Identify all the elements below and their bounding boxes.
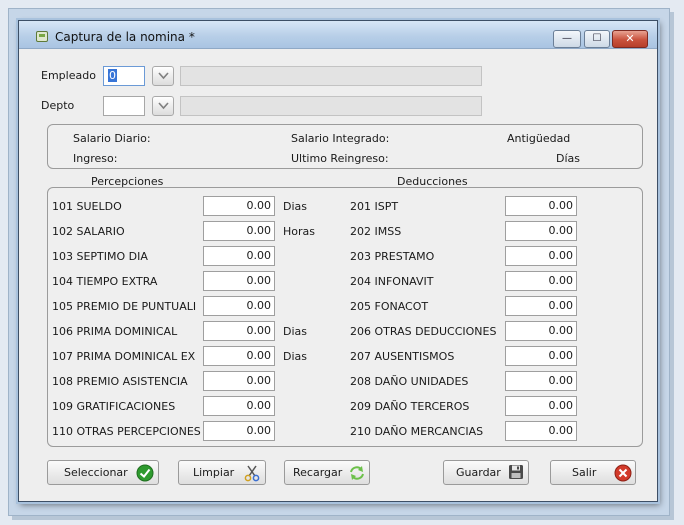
department-dropdown-button[interactable] [152, 96, 174, 116]
employee-name-field [180, 66, 482, 86]
deduccion-amount-input[interactable]: 0.00 [505, 396, 577, 416]
seleccionar-button-label: Seleccionar [64, 466, 128, 479]
percepcion-unit-label: Dias [283, 350, 307, 363]
percepcion-unit-label: Horas [283, 225, 315, 238]
refresh-arrows-icon [350, 466, 364, 480]
ultimo-reingreso-label: Ultimo Reingreso: [291, 152, 389, 165]
employee-id-value: 0 [108, 69, 117, 82]
chevron-down-icon [158, 72, 169, 80]
salir-button[interactable]: Salir [550, 460, 636, 485]
employee-label: Empleado [41, 69, 96, 82]
seleccionar-button[interactable]: Seleccionar [47, 460, 159, 485]
deduccion-label: 210 DAÑO MERCANCIAS [350, 425, 484, 438]
minimize-button[interactable]: — [553, 30, 581, 48]
deduccion-amount-input[interactable]: 0.00 [505, 196, 577, 216]
dias-label: Días [556, 152, 580, 165]
window-title: Captura de la nomina * [55, 30, 195, 44]
percepcion-label: 101 SUELDO [52, 200, 122, 213]
scissors-icon [244, 465, 260, 482]
percepcion-label: 110 OTRAS PERCEPCIONES [52, 425, 201, 438]
deduccion-label: 203 PRESTAMO [350, 250, 435, 263]
close-circle-icon [614, 464, 632, 482]
percepcion-amount-input[interactable]: 0.00 [203, 246, 275, 266]
deduccion-amount-input[interactable]: 0.00 [505, 296, 577, 316]
ingreso-label: Ingreso: [73, 152, 118, 165]
title-bar[interactable]: Captura de la nomina * — ☐ ✕ [19, 21, 657, 49]
maximize-button[interactable]: ☐ [584, 30, 610, 48]
deduccion-amount-input[interactable]: 0.00 [505, 221, 577, 241]
deduccion-amount-input[interactable]: 0.00 [505, 246, 577, 266]
percepcion-amount-input[interactable]: 0.00 [203, 221, 275, 241]
salario-diario-label: Salario Diario: [73, 132, 151, 145]
percepcion-amount-input[interactable]: 0.00 [203, 346, 275, 366]
window-app-icon [36, 31, 48, 42]
percepcion-unit-label: Dias [283, 325, 307, 338]
nomina-window: Captura de la nomina * — ☐ ✕ Empleado 0 … [18, 20, 658, 502]
percepcion-label: 103 SEPTIMO DIA [52, 250, 148, 263]
percepcion-label: 104 TIEMPO EXTRA [52, 275, 158, 288]
percepcion-label: 102 SALARIO [52, 225, 125, 238]
deduccion-label: 202 IMSS [350, 225, 402, 238]
deduccion-label: 207 AUSENTISMOS [350, 350, 455, 363]
limpiar-button-label: Limpiar [193, 466, 235, 479]
percepcion-amount-input[interactable]: 0.00 [203, 296, 275, 316]
percepcion-amount-input[interactable]: 0.00 [203, 321, 275, 341]
percepcion-unit-label: Dias [283, 200, 307, 213]
percepcion-label: 107 PRIMA DOMINICAL EX [52, 350, 196, 363]
percepcion-amount-input[interactable]: 0.00 [203, 371, 275, 391]
guardar-button[interactable]: Guardar [443, 460, 529, 485]
deduccion-amount-input[interactable]: 0.00 [505, 321, 577, 341]
department-id-input[interactable] [103, 96, 145, 116]
deduccion-amount-input[interactable]: 0.00 [505, 421, 577, 441]
check-circle-icon [136, 464, 154, 482]
percepcion-amount-input[interactable]: 0.00 [203, 196, 275, 216]
department-label: Depto [41, 99, 75, 112]
percepcion-label: 106 PRIMA DOMINICAL [52, 325, 178, 338]
deduccion-amount-input[interactable]: 0.00 [505, 271, 577, 291]
percepcion-label: 108 PREMIO ASISTENCIA [52, 375, 188, 388]
percepcion-label: 109 GRATIFICACIONES [52, 400, 176, 413]
percepcion-amount-input[interactable]: 0.00 [203, 421, 275, 441]
percepcion-amount-input[interactable]: 0.00 [203, 396, 275, 416]
recargar-button[interactable]: Recargar [284, 460, 370, 485]
recargar-button-label: Recargar [293, 466, 343, 479]
employee-id-input[interactable]: 0 [103, 66, 145, 86]
deduccion-label: 206 OTRAS DEDUCCIONES [350, 325, 497, 338]
deduccion-amount-input[interactable]: 0.00 [505, 371, 577, 391]
deduccion-label: 209 DAÑO TERCEROS [350, 400, 470, 413]
percepcion-label: 105 PREMIO DE PUNTUALI [52, 300, 197, 313]
department-name-field [180, 96, 482, 116]
limpiar-button[interactable]: Limpiar [178, 460, 266, 485]
floppy-disk-icon [509, 465, 523, 479]
deduccion-amount-input[interactable]: 0.00 [505, 346, 577, 366]
deduccion-label: 201 ISPT [350, 200, 399, 213]
deduccion-label: 205 FONACOT [350, 300, 429, 313]
deduccion-label: 204 INFONAVIT [350, 275, 434, 288]
chevron-down-icon [158, 102, 169, 110]
salir-button-label: Salir [572, 466, 597, 479]
close-button[interactable]: ✕ [612, 30, 648, 48]
guardar-button-label: Guardar [456, 466, 501, 479]
employee-dropdown-button[interactable] [152, 66, 174, 86]
percepcion-amount-input[interactable]: 0.00 [203, 271, 275, 291]
salario-integrado-label: Salario Integrado: [291, 132, 390, 145]
antiguedad-label: Antigüedad [507, 132, 571, 145]
deduccion-label: 208 DAÑO UNIDADES [350, 375, 469, 388]
